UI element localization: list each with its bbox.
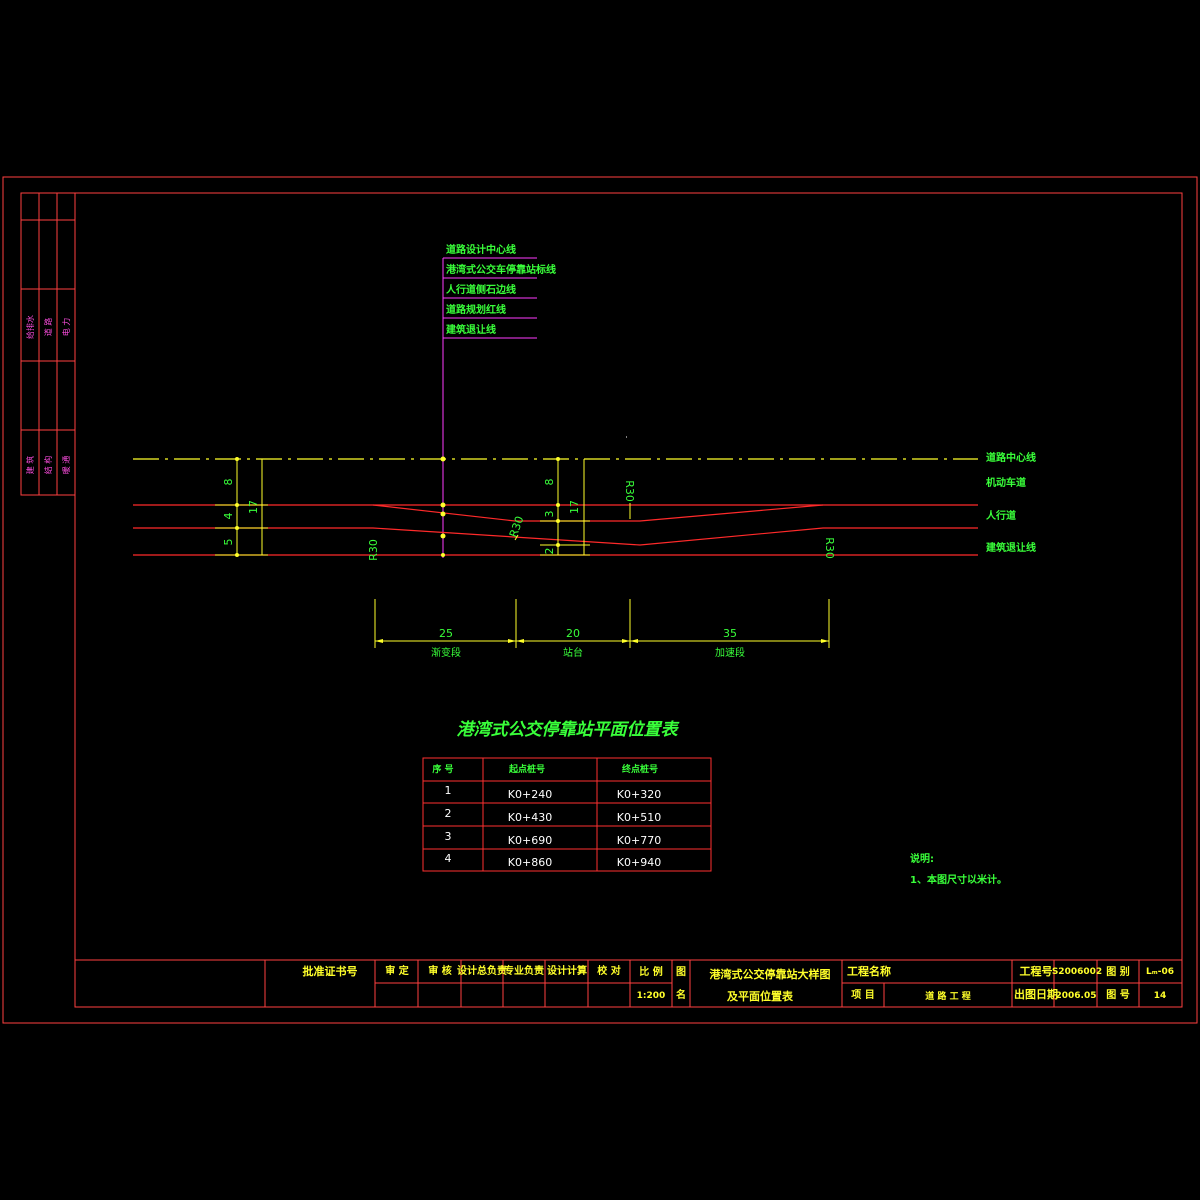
project-name-label: 工程名称	[847, 964, 891, 978]
table-row-1-start: K0+240	[508, 788, 552, 801]
dim-mid-8: 8	[543, 479, 556, 486]
side-label-struct: 结 构	[43, 456, 53, 475]
table-row-2-no: 2	[445, 807, 452, 820]
dim-left-8: 8	[222, 479, 235, 486]
r30-left: R30	[367, 539, 380, 561]
drawing-name-line-2: 及平面位置表	[727, 989, 794, 1003]
right-label-sidewalk: 人行道	[986, 509, 1016, 522]
r30-right: R30	[823, 537, 836, 559]
drawing-label-top: 图	[676, 966, 686, 978]
table-row-1-no: 1	[445, 784, 452, 797]
table-row-2-end: K0+510	[617, 811, 661, 824]
dim-bottom-25: 25	[439, 627, 453, 640]
bottom-dimensions	[374, 599, 830, 648]
role-approve: 审 定	[385, 964, 408, 977]
seg-label-transition: 渐变段	[431, 646, 461, 659]
table-row-3-no: 3	[445, 830, 452, 843]
role-review: 审 核	[428, 964, 451, 977]
position-table-grid	[422, 757, 712, 872]
legend-red-line: 道路规划红线	[446, 303, 506, 316]
scale-label: 比 例	[639, 965, 662, 978]
side-label-water: 给排水	[25, 315, 35, 339]
legend-centerline: 道路设计中心线	[446, 243, 516, 256]
role-checker: 校 对	[597, 964, 620, 977]
dim-mid-17: 17	[568, 500, 581, 514]
role-designer: 设计计算	[547, 964, 587, 977]
dim-bottom-35: 35	[723, 627, 737, 640]
table-header-start: 起点桩号	[508, 763, 545, 775]
side-label-road: 道 路	[43, 318, 53, 337]
table-row-4-start: K0+860	[508, 856, 552, 869]
project-no-label: 工程号	[1020, 964, 1053, 978]
r30-mid: R30	[507, 514, 527, 539]
cad-drawing-canvas: 给排水 道 路 电 力 建 筑 结 构 暖 通 道路设计中心线 港湾式公交车停靠…	[2, 176, 1198, 1024]
drawing-name-line-1: 港湾式公交停靠站大样图	[710, 967, 831, 981]
table-row-3-end: K0+770	[617, 834, 661, 847]
notes-title: 说明:	[910, 852, 934, 865]
table-row-4-end: K0+940	[617, 856, 661, 869]
cert-label: 批准证书号	[303, 964, 358, 978]
seg-label-platform: 站台	[563, 646, 583, 659]
side-label-power: 电 力	[61, 318, 71, 337]
table-row-4-no: 4	[445, 852, 452, 865]
legend-bus-bay-line: 港湾式公交车停靠站标线	[446, 263, 556, 276]
seg-label-accel: 加速段	[715, 646, 745, 659]
dim-left-4: 4	[222, 513, 235, 520]
table-header-end: 终点桩号	[621, 763, 658, 775]
table-header-no: 序 号	[432, 763, 453, 775]
role-discipline-lead: 专业负责	[504, 964, 544, 977]
sheet-label: 图 号	[1106, 989, 1129, 1001]
side-label-hvac: 暖 通	[61, 456, 71, 475]
side-strip	[20, 192, 76, 496]
dim-mid-3: 3	[543, 511, 556, 518]
category-label: 图 别	[1106, 965, 1129, 978]
project-no-value: S2006002	[1052, 967, 1102, 977]
dim-left-17: 17	[247, 500, 260, 514]
table-row-3-start: K0+690	[508, 834, 552, 847]
dim-left-5: 5	[222, 539, 235, 546]
r30-top: R30	[623, 480, 636, 502]
side-label-arch: 建 筑	[25, 456, 35, 475]
table-row-2-start: K0+430	[508, 811, 552, 824]
drawing-label-bottom: 名	[676, 988, 686, 1001]
legend-leaders	[442, 257, 537, 558]
dim-mid-2: 2	[543, 548, 556, 555]
legend-setback-line: 建筑退让线	[445, 323, 496, 336]
legend-curb-line: 人行道侧石边线	[446, 283, 516, 296]
scale-value: 1:200	[637, 991, 666, 1001]
date-label: 出图日期	[1014, 987, 1058, 1001]
role-chief-designer: 设计总负责	[457, 964, 507, 977]
item-label: 项 目	[851, 989, 874, 1001]
notes-line-1: 1、本图尺寸以米计。	[910, 873, 1007, 886]
right-label-motorway: 机动车道	[986, 476, 1026, 489]
item-value: 道 路 工 程	[925, 990, 970, 1002]
date-value: 2006.05	[1056, 991, 1097, 1001]
dim-bottom-20: 20	[566, 627, 580, 640]
right-label-centerline: 道路中心线	[986, 451, 1036, 464]
category-value: Lₘ-06	[1146, 967, 1174, 977]
sheet-value: 14	[1154, 991, 1167, 1001]
table-title: 港湾式公交停靠站平面位置表	[457, 720, 680, 740]
outer-frame	[2, 176, 1198, 1024]
table-row-1-end: K0+320	[617, 788, 661, 801]
inner-frame	[74, 192, 1183, 1008]
right-label-setback: 建筑退让线	[985, 541, 1036, 554]
